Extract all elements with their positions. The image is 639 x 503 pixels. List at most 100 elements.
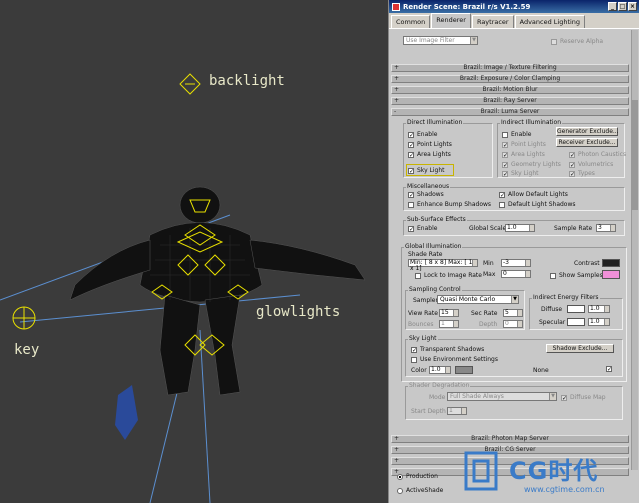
receiver-exclude-button[interactable]: Receiver Exclude... bbox=[556, 138, 618, 147]
default-light-shadows-label: Default Light Shadows bbox=[508, 201, 576, 208]
sky-color-label: Color bbox=[411, 367, 427, 374]
indirect-area-lights-checkbox[interactable]: ✓ Area Lights bbox=[502, 151, 545, 158]
production-radio[interactable]: Production bbox=[397, 473, 438, 480]
tab-advanced-lighting[interactable]: Advanced Lighting bbox=[514, 15, 586, 28]
chevron-down-icon: ▼ bbox=[511, 296, 518, 303]
min-rate-spinner[interactable]: -3 bbox=[501, 259, 531, 267]
specular-label: Specular bbox=[539, 319, 566, 326]
sky-map-toggle-checkbox[interactable]: ✓ bbox=[606, 366, 612, 373]
diffuse-spinner[interactable]: 1.0 bbox=[588, 305, 610, 313]
indirect-point-lights-checkbox[interactable]: ✓ Point Lights bbox=[502, 141, 546, 148]
app-icon bbox=[392, 2, 400, 11]
radio-dot bbox=[397, 487, 403, 494]
transparent-shadows-label: Transparent Shadows bbox=[420, 346, 485, 353]
default-light-shadows-checkbox[interactable]: Default Light Shadows bbox=[499, 201, 576, 208]
rollout-luma-server[interactable]: - Brazil: Luma Server bbox=[391, 108, 629, 116]
tab-renderer[interactable]: Renderer bbox=[431, 13, 471, 28]
sky-color-spinner[interactable]: 1.0 bbox=[429, 366, 451, 374]
bounces-label: Bounces bbox=[408, 321, 434, 328]
dialog-tabs: Common Renderer Raytracer Advanced Light… bbox=[389, 13, 639, 29]
specular-color-swatch[interactable] bbox=[567, 318, 585, 326]
direct-enable-checkbox[interactable]: ✓ Enable bbox=[408, 131, 437, 138]
contrast-color-swatch[interactable] bbox=[602, 259, 620, 267]
watermark-url: www.cgtime.com.cn bbox=[524, 485, 605, 494]
enhance-bump-shadows-checkbox[interactable]: Enhance Bump Shadows bbox=[408, 201, 491, 208]
shade-rate-display: Min: [ 8 x 8] Max: [ 1 x 1] bbox=[408, 259, 478, 272]
rollout-exposure[interactable]: + Brazil: Exposure / Color Clamping bbox=[391, 75, 629, 83]
direct-area-lights-checkbox[interactable]: ✓ Area Lights bbox=[408, 151, 451, 158]
bounces-spinner[interactable]: 1 bbox=[439, 320, 459, 328]
specular-spinner[interactable]: 1.0 bbox=[588, 318, 610, 326]
use-image-filter-field[interactable]: Use Image Filter ▼ bbox=[403, 36, 478, 45]
contrast-label: Contrast bbox=[574, 260, 600, 267]
rollout-image-filtering[interactable]: + Brazil: Image / Texture Filtering bbox=[391, 64, 629, 72]
tab-raytracer[interactable]: Raytracer bbox=[471, 15, 514, 28]
indirect-sky-light-checkbox[interactable]: ✓ Sky Light bbox=[502, 170, 539, 177]
shadow-exclude-button[interactable]: Shadow Exclude... bbox=[546, 344, 614, 353]
shadows-checkbox[interactable]: ✓ Shadows bbox=[408, 191, 444, 198]
activeshade-radio[interactable]: ActiveShade bbox=[397, 487, 443, 494]
reserve-alpha-checkbox[interactable]: Reserve Alpha bbox=[551, 38, 603, 45]
renderer-panel: Use Image Filter ▼ Reserve Alpha + Brazil:… bbox=[391, 30, 631, 480]
scrollbar-thumb[interactable] bbox=[632, 100, 638, 210]
volumetrics-checkbox[interactable]: ✓ Volumetrics bbox=[569, 161, 613, 168]
rollout-photon-map[interactable]: + Brazil: Photon Map Server bbox=[391, 435, 629, 443]
direct-illumination-caption: Direct Illumination bbox=[406, 119, 464, 126]
rollout-label: Brazil: Exposure / Color Clamping bbox=[459, 75, 561, 82]
transparent-shadows-checkbox[interactable]: ✓ Transparent Shadows bbox=[411, 346, 484, 353]
checkbox-box: ✓ bbox=[569, 151, 576, 159]
types-checkbox[interactable]: ✓ Types bbox=[569, 170, 595, 177]
plus-icon: + bbox=[394, 97, 400, 104]
scene-wireframe bbox=[0, 73, 366, 503]
render-scene-dialog: Render Scene: Brazil r/s V1.2.59 _ □ × C… bbox=[388, 0, 639, 503]
checkbox-box: ✓ bbox=[569, 170, 576, 178]
generator-exclude-button[interactable]: Generator Exclude... bbox=[556, 127, 619, 136]
sampler-dropdown[interactable]: Quasi Monte Carlo ▼ bbox=[437, 295, 519, 304]
diffuse-map-checkbox[interactable]: ✓ Diffuse Map bbox=[561, 394, 606, 401]
depth-label: Depth bbox=[479, 321, 498, 328]
activeshade-label: ActiveShade bbox=[406, 487, 444, 494]
use-environment-checkbox[interactable]: Use Environment Settings bbox=[411, 356, 498, 363]
maximize-icon[interactable]: □ bbox=[618, 2, 627, 11]
indirect-point-lights-label: Point Lights bbox=[511, 141, 546, 148]
checkbox-box bbox=[550, 272, 556, 279]
show-samples-color-swatch[interactable] bbox=[602, 270, 620, 279]
global-scale-spinner[interactable]: 1.0 bbox=[505, 224, 535, 232]
sky-map-none-button[interactable]: None bbox=[533, 367, 549, 374]
direct-sky-light-label: Sky Light bbox=[417, 167, 445, 174]
sss-enable-checkbox[interactable]: ✓ Enable bbox=[408, 225, 437, 232]
reserve-alpha-label: Reserve Alpha bbox=[560, 38, 604, 45]
checkbox-box: ✓ bbox=[408, 131, 415, 139]
indirect-area-lights-label: Area Lights bbox=[511, 151, 545, 158]
photon-caustics-label: Photon Caustics bbox=[578, 151, 627, 158]
shade-rate-caption: Shade Rate bbox=[407, 251, 444, 258]
photon-caustics-checkbox[interactable]: ✓ Photon Caustics bbox=[569, 151, 626, 158]
dialog-title: Render Scene: Brazil r/s V1.2.59 bbox=[403, 2, 531, 11]
rollout-motion-blur[interactable]: + Brazil: Motion Blur bbox=[391, 86, 629, 94]
view-rate-spinner[interactable]: 15 bbox=[439, 309, 459, 317]
lock-image-rate-checkbox[interactable]: Lock to Image Rate bbox=[415, 272, 482, 279]
depth-spinner[interactable]: 0 bbox=[503, 320, 523, 328]
dialog-titlebar[interactable]: Render Scene: Brazil r/s V1.2.59 _ □ × bbox=[389, 0, 639, 13]
3d-viewport[interactable]: backlight glowlights key bbox=[0, 0, 388, 503]
glowlights-label: glowlights bbox=[256, 304, 341, 320]
start-depth-spinner[interactable]: 1 bbox=[447, 407, 467, 415]
rollout-ray-server[interactable]: + Brazil: Ray Server bbox=[391, 97, 629, 105]
indirect-geometry-lights-checkbox[interactable]: ✓ Geometry Lights bbox=[502, 161, 561, 168]
allow-default-lights-checkbox[interactable]: ✓ Allow Default Lights bbox=[499, 191, 568, 198]
sky-color-swatch[interactable] bbox=[455, 366, 473, 374]
minimize-icon[interactable]: _ bbox=[608, 2, 617, 11]
sec-rate-label: Sec Rate bbox=[471, 310, 498, 317]
indirect-enable-checkbox[interactable]: Enable bbox=[502, 131, 531, 138]
mode-dropdown[interactable]: Full Shade Always ▼ bbox=[447, 392, 557, 401]
max-rate-spinner[interactable]: 0 bbox=[501, 270, 531, 278]
show-samples-checkbox[interactable]: Show Samples bbox=[550, 272, 603, 279]
sample-rate-spinner[interactable]: 3 bbox=[596, 224, 616, 232]
direct-point-lights-checkbox[interactable]: ✓ Point Lights bbox=[408, 141, 452, 148]
sec-rate-spinner[interactable]: 5 bbox=[503, 309, 523, 317]
tab-common[interactable]: Common bbox=[391, 15, 431, 28]
panel-scrollbar[interactable] bbox=[631, 30, 638, 470]
direct-sky-light-checkbox[interactable]: ✓ Sky Light bbox=[408, 167, 445, 174]
close-icon[interactable]: × bbox=[628, 2, 637, 11]
diffuse-color-swatch[interactable] bbox=[567, 305, 585, 313]
